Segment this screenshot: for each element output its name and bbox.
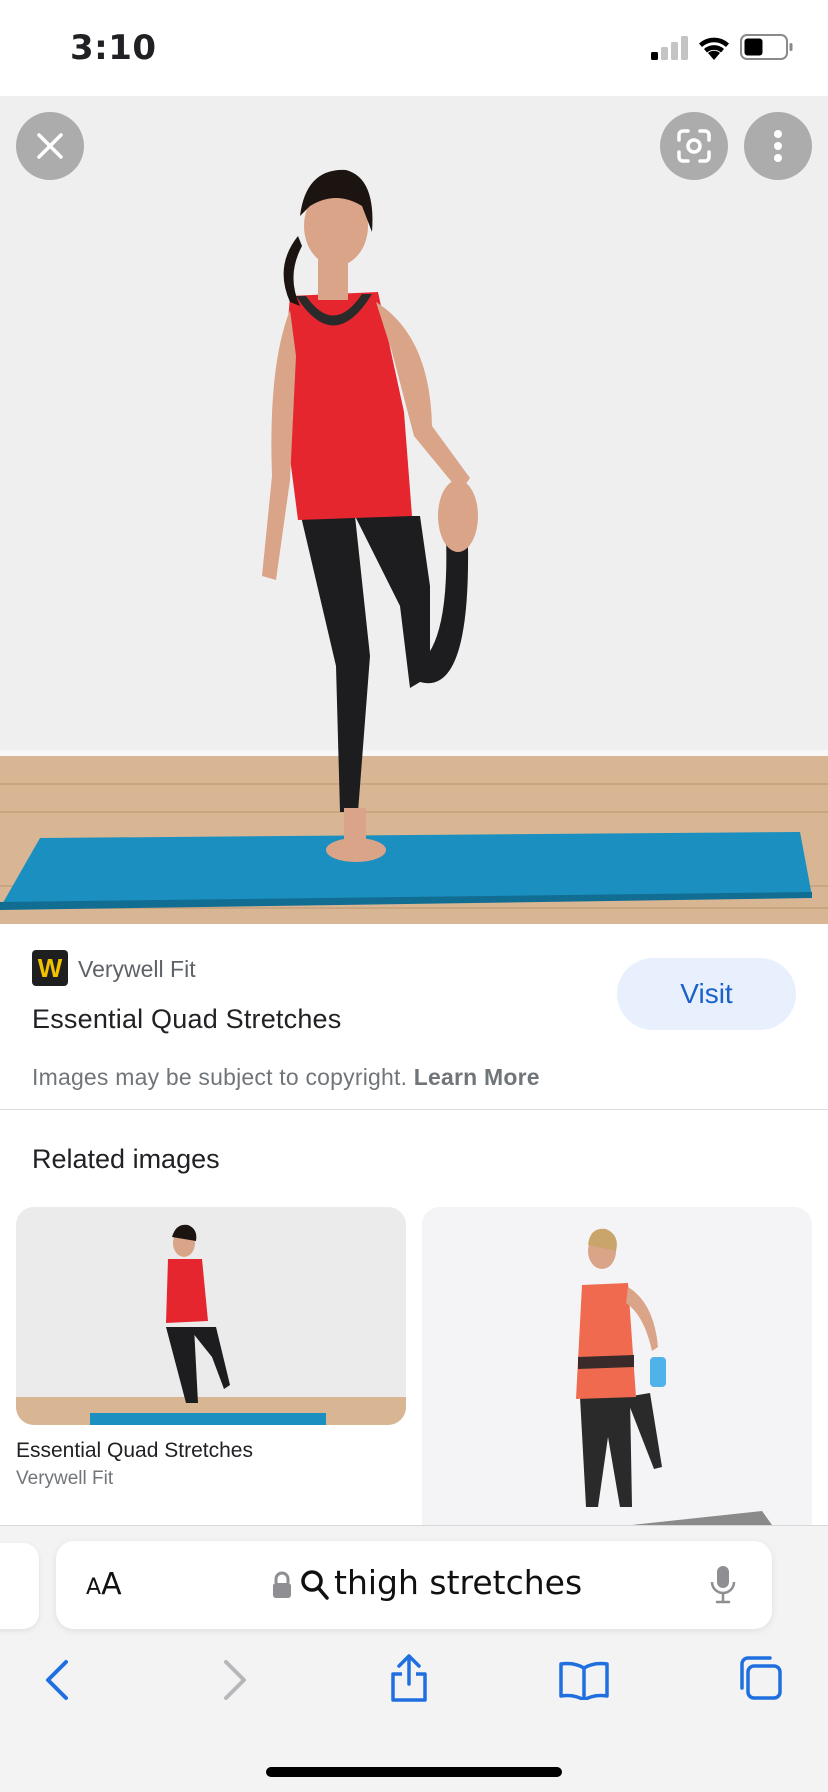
close-icon (37, 133, 63, 159)
related-image-2[interactable] (422, 1207, 812, 1525)
related-images-heading: Related images (32, 1144, 220, 1174)
copyright-notice: Images may be subject to copyright. Lear… (32, 1064, 540, 1091)
related-image-1-source: Verywell Fit (16, 1468, 114, 1489)
text-size-label-small: A (86, 1575, 102, 1600)
microphone-icon[interactable] (710, 1565, 736, 1605)
lens-button[interactable] (660, 112, 728, 180)
related-image-1[interactable] (16, 1207, 406, 1425)
page-title[interactable]: Essential Quad Stretches (32, 1004, 341, 1035)
site-logo-letter: W (37, 952, 63, 983)
previous-tab-peek[interactable] (0, 1543, 39, 1629)
status-time: 3:10 (70, 28, 157, 68)
related-image-1-title[interactable]: Essential Quad Stretches (16, 1439, 253, 1463)
learn-more-link[interactable]: Learn More (414, 1064, 540, 1090)
main-image[interactable] (0, 96, 828, 924)
search-icon (301, 1570, 329, 1600)
home-indicator (266, 1767, 562, 1777)
more-options-button[interactable] (744, 112, 812, 180)
battery-icon (740, 34, 793, 60)
share-icon[interactable] (388, 1652, 430, 1704)
related-image-2-illustration (422, 1207, 812, 1525)
back-icon[interactable] (42, 1658, 72, 1702)
address-text[interactable]: thigh stretches (334, 1563, 582, 1602)
copyright-text: Images may be subject to copyright. (32, 1064, 408, 1090)
visit-button[interactable]: Visit (617, 958, 796, 1030)
text-size-button[interactable]: AA (86, 1567, 122, 1602)
address-bar[interactable]: AA thigh stretches (56, 1541, 772, 1629)
source-card: W Verywell Fit Essential Quad Stretches … (0, 924, 828, 1110)
forward-icon[interactable] (220, 1658, 250, 1702)
related-image-1-illustration (16, 1207, 406, 1425)
signal-icon (651, 36, 688, 60)
status-bar: 3:10 (0, 0, 828, 96)
site-name[interactable]: Verywell Fit (78, 956, 196, 983)
site-logo: W (32, 950, 68, 986)
text-size-label-large: A (101, 1567, 122, 1602)
wifi-icon (699, 37, 729, 60)
bookmarks-icon[interactable] (558, 1660, 610, 1700)
lens-icon (677, 129, 711, 163)
main-image-illustration (0, 96, 828, 924)
more-icon (774, 130, 782, 162)
close-button[interactable] (16, 112, 84, 180)
tabs-icon[interactable] (736, 1654, 784, 1702)
lock-icon (273, 1571, 291, 1598)
